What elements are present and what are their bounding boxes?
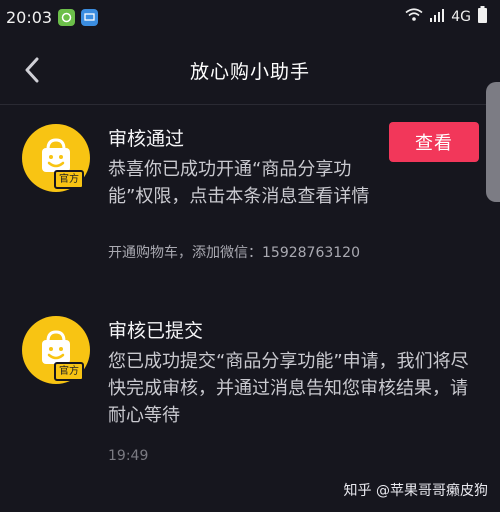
message-title: 审核通过 [108,128,185,150]
watermark: 知乎 @苹果哥哥癞皮狗 [343,483,488,499]
official-badge: 官方 [54,362,84,381]
status-bar: 20:03 4G [0,0,500,34]
status-time: 20:03 [6,7,53,27]
signal-icon [429,8,445,26]
app-header: 放心购小助手 [0,34,500,105]
wifi-icon [405,8,423,26]
chat-app-icon [58,8,76,26]
message-title: 审核已提交 [108,320,204,342]
message-time: 19:49 [108,448,149,464]
page-title: 放心购小助手 [189,61,310,83]
view-button[interactable]: 查看 [389,122,479,162]
side-drawer-handle[interactable] [486,82,500,202]
message-note: 开通购物车，添加微信：15928763120 [108,245,360,261]
message-body: 恭喜你已成功开通“商品分享功能”权限，点击本条消息查看详情 [108,159,370,207]
message-body: 您已成功提交“商品分享功能”申请，我们将尽快完成审核，并通过消息告知您审核结果，… [108,351,469,426]
network-type: 4G [451,9,471,25]
screen-app-icon [81,8,99,26]
official-badge: 官方 [54,170,84,189]
battery-icon [477,6,488,28]
